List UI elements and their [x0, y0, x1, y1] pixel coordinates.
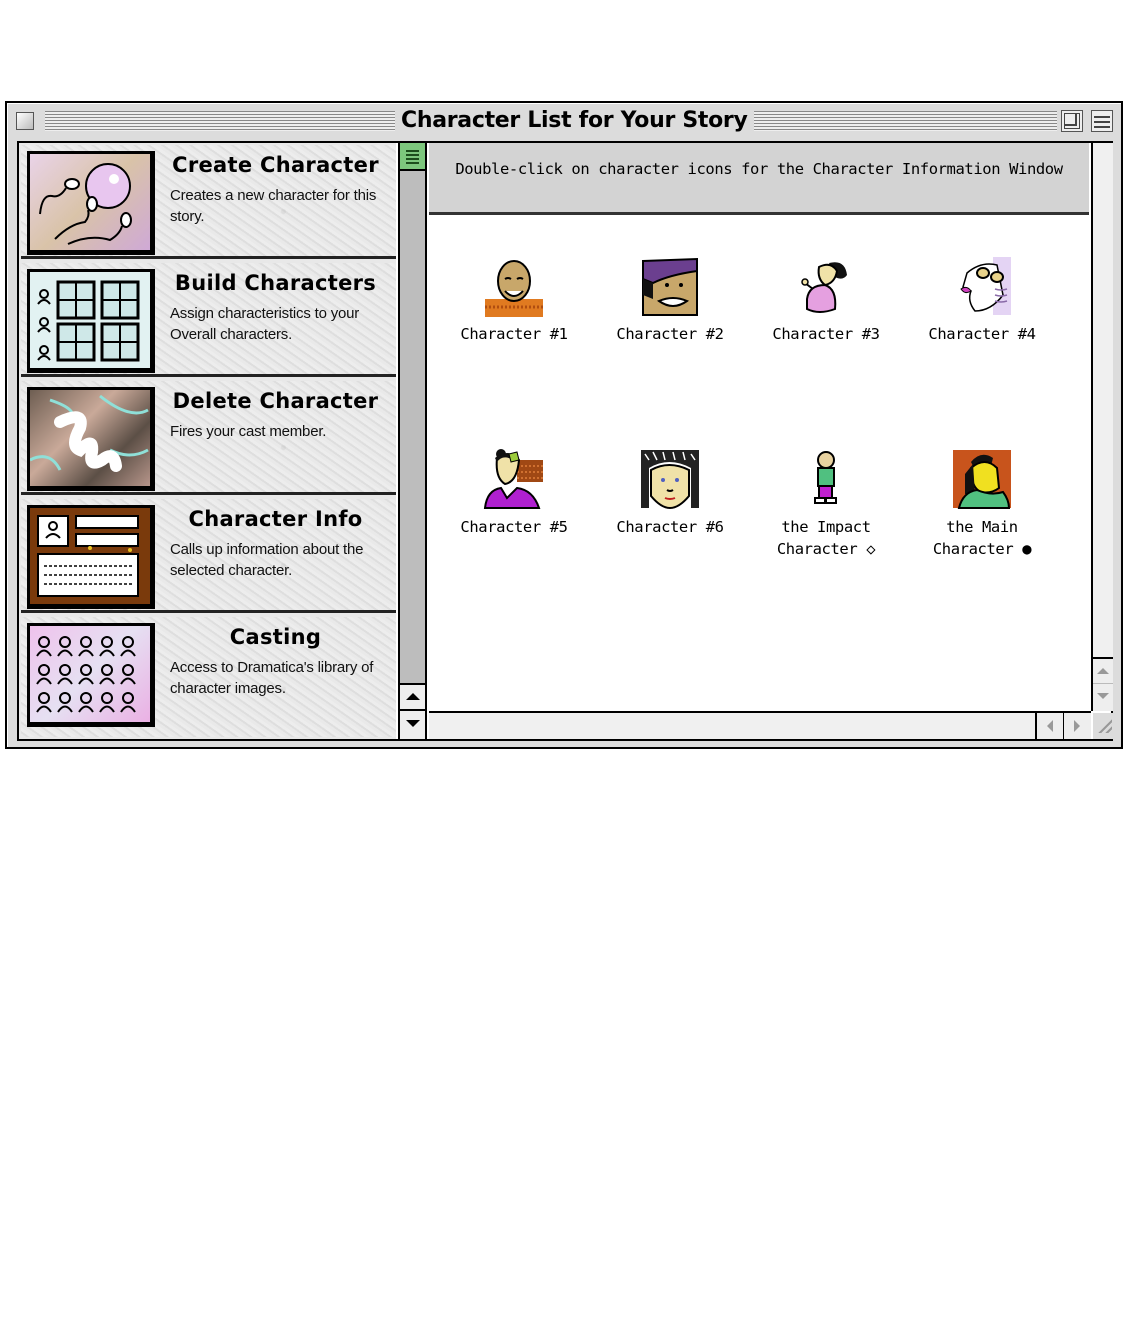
person-glyph-icon — [36, 692, 52, 713]
scroll-up-button[interactable] — [1093, 657, 1113, 683]
character-label: Character #1 — [460, 325, 568, 343]
scroll-down-button[interactable] — [400, 709, 425, 739]
collapse-box-button[interactable] — [1091, 110, 1113, 132]
tool-title: Character Info — [188, 507, 363, 531]
tool-description: Creates a new character for this story. — [170, 187, 377, 225]
title-bar-stripes-right — [735, 111, 1057, 131]
close-box-button[interactable] — [16, 112, 34, 130]
tool-title: Delete Character — [172, 389, 379, 413]
info-card-icon — [27, 505, 155, 609]
scroll-left-button[interactable] — [1035, 713, 1063, 739]
character-label: the Main Character ● — [932, 518, 1032, 558]
scribble-erase-icon — [27, 387, 155, 491]
person-glyph-icon — [78, 664, 94, 685]
delete-character-button[interactable]: Delete Character Fires your cast member. — [21, 381, 396, 495]
person-glyph-icon — [120, 664, 136, 685]
character-item[interactable]: Character #6 — [595, 448, 745, 538]
character-label: Character #4 — [928, 325, 1036, 343]
person-glyph-icon — [99, 692, 115, 713]
character-label: Character #5 — [460, 518, 568, 536]
person-glyph-icon — [78, 636, 94, 657]
tool-title: Build Characters — [174, 271, 377, 295]
person-glyph-icon — [120, 692, 136, 713]
window-title: Character List for Your Story — [395, 107, 754, 135]
bald-man-portrait-icon — [485, 260, 543, 317]
arrow-down-icon — [1097, 693, 1109, 699]
person-glyph-icon — [57, 692, 73, 713]
elderly-woman-glasses-icon — [960, 257, 1011, 315]
woman-purple-hat-portrait-icon — [642, 257, 698, 316]
person-glyph-icon — [36, 636, 52, 657]
character-info-button[interactable]: Character Info Calls up information abou… — [21, 499, 396, 613]
character-item[interactable]: Character #2 — [595, 255, 745, 345]
character-label: Character #6 — [616, 518, 724, 536]
character-item[interactable]: Character #1 — [439, 255, 589, 345]
character-item[interactable]: Character #5 — [439, 448, 589, 538]
arrow-left-icon — [1047, 720, 1053, 732]
person-glyph-icon — [36, 664, 52, 685]
curly-hair-woman-portrait-icon — [641, 450, 699, 510]
character-item[interactable]: Character #4 — [907, 255, 1057, 345]
tool-description: Fires your cast member. — [170, 423, 327, 440]
casting-button[interactable]: Casting Access to Dramatica's library of… — [21, 617, 396, 737]
character-item[interactable]: the Main Character ● — [907, 448, 1057, 560]
tool-description: Access to Dramatica's library of charact… — [170, 659, 374, 697]
people-library-icon — [27, 623, 155, 727]
scroll-thumb[interactable] — [400, 143, 425, 171]
arrow-right-icon — [1074, 720, 1080, 732]
person-glyph-icon — [120, 636, 136, 657]
character-label: Character #3 — [772, 325, 880, 343]
character-list-horizontal-scrollbar[interactable] — [429, 711, 1091, 739]
small-boy-green-shirt-icon — [814, 451, 837, 504]
tool-title: Casting — [229, 625, 322, 649]
person-glyph-icon — [57, 664, 73, 685]
tool-description: Assign characteristics to your Overall c… — [170, 305, 360, 343]
title-bar-stripes-left — [45, 111, 395, 131]
tool-title: Create Character — [172, 153, 379, 177]
person-glyph-icon — [99, 664, 115, 685]
arrow-up-icon — [406, 693, 420, 700]
person-glyph-icon — [99, 636, 115, 657]
child-pink-dress-icon — [801, 262, 847, 313]
character-grid-icon — [27, 269, 155, 373]
person-glyph-icon — [78, 692, 94, 713]
yellow-man-orange-bg-icon — [953, 450, 1011, 509]
character-list-area: Double-click on character icons for the … — [429, 143, 1089, 711]
arrow-down-icon — [406, 720, 420, 727]
woman-purple-shirt-icon — [483, 449, 543, 509]
arrow-up-icon — [1097, 668, 1109, 674]
resize-grow-box[interactable] — [1093, 713, 1115, 739]
character-label: Character #2 — [616, 325, 724, 343]
instruction-bar: Double-click on character icons for the … — [429, 143, 1089, 215]
zoom-box-button[interactable] — [1061, 110, 1083, 132]
character-item[interactable]: Character #3 — [751, 255, 901, 345]
character-list-vertical-scrollbar[interactable] — [1091, 143, 1113, 711]
character-item[interactable]: the Impact Character ◇ — [751, 448, 901, 560]
tool-description: Calls up information about the selected … — [170, 541, 364, 579]
scroll-up-button[interactable] — [400, 683, 425, 709]
spermatozoa-ovum-icon — [27, 151, 155, 255]
tool-palette: Create Character Creates a new character… — [19, 143, 396, 739]
title-bar[interactable]: Character List for Your Story — [7, 103, 1121, 139]
character-label: the Impact Character ◇ — [776, 518, 876, 558]
window-content: Create Character Creates a new character… — [17, 141, 1115, 741]
create-character-button[interactable]: Create Character Creates a new character… — [21, 145, 396, 259]
scroll-down-button[interactable] — [1093, 683, 1113, 711]
person-glyph-icon — [57, 636, 73, 657]
tool-palette-scrollbar[interactable] — [398, 143, 427, 739]
character-list-window: Character List for Your Story Create Cha… — [5, 101, 1123, 749]
build-characters-button[interactable]: Build Characters Assign characteristics … — [21, 263, 396, 377]
scroll-right-button[interactable] — [1063, 713, 1091, 739]
instruction-text: Double-click on character icons for the … — [455, 160, 1063, 178]
